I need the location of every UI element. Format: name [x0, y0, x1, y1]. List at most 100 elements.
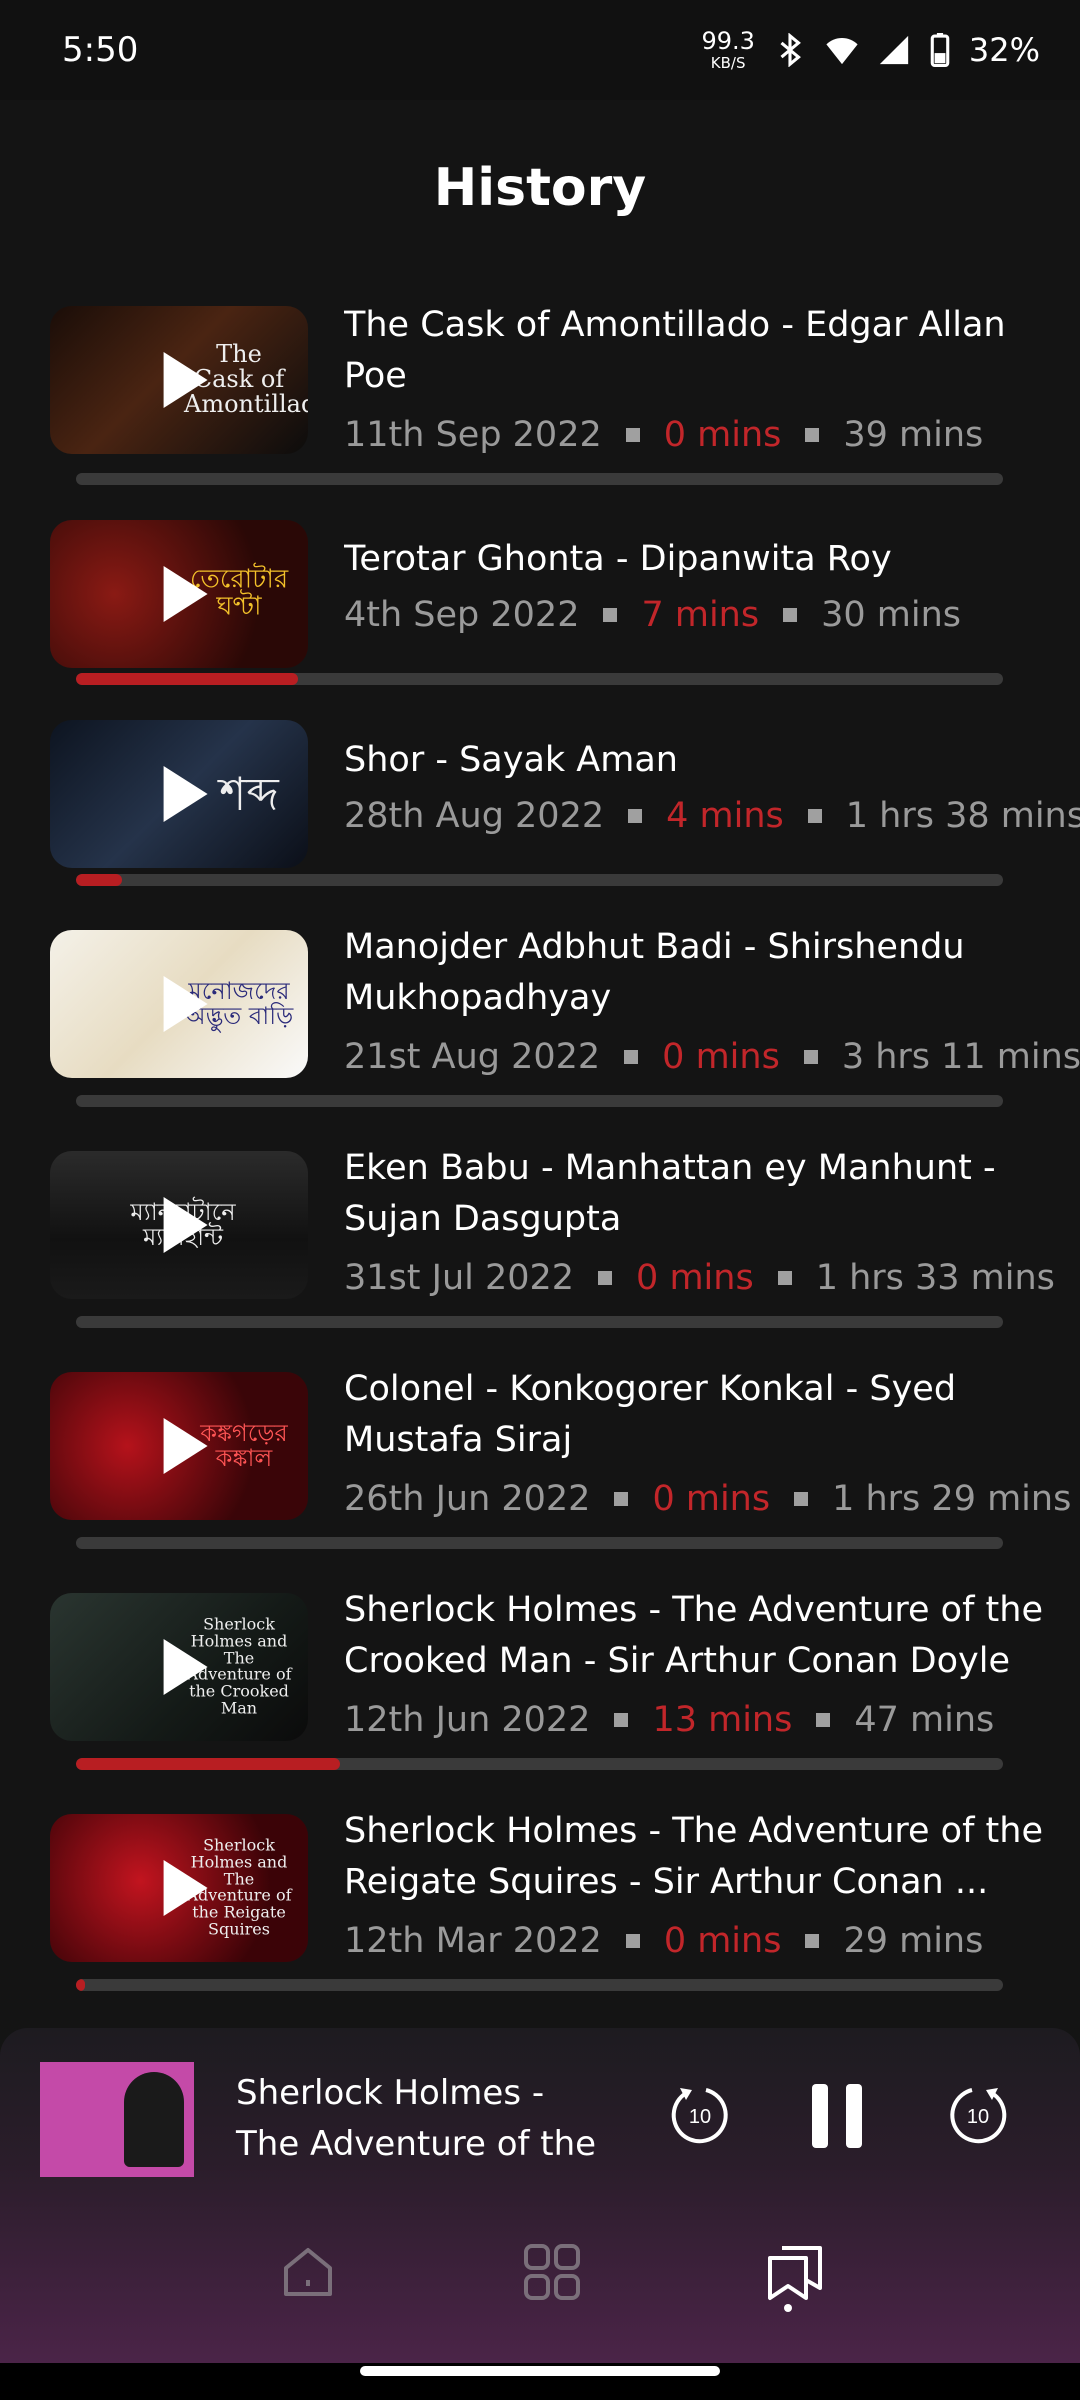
item-duration: 29 mins: [843, 1921, 984, 1961]
item-date: 31st Jul 2022: [344, 1258, 575, 1298]
separator-square: [628, 809, 643, 823]
network-speed: 99.3 KB/S: [701, 29, 754, 71]
item-meta: 26th Jun 2022 0 mins 1 hrs 29 mins: [344, 1479, 1071, 1519]
cover-thumbnail[interactable]: কঙ্কগড়ের কঙ্কাল: [50, 1372, 308, 1520]
forward-10-icon[interactable]: 10: [946, 2082, 1010, 2146]
progress-bar: [76, 473, 1003, 485]
item-meta: 4th Sep 2022 7 mins 30 mins: [344, 595, 961, 635]
item-title-line: Crooked Man - Sir Arthur Conan Doyle: [344, 1641, 1011, 1681]
item-duration: 1 hrs 33 mins: [815, 1258, 1055, 1298]
item-played: 13 mins: [652, 1700, 793, 1740]
item-title-line: Sherlock Holmes - The Adventure of the: [344, 1590, 1043, 1630]
rewind-10-icon[interactable]: 10: [668, 2082, 732, 2146]
item-date: 4th Sep 2022: [344, 595, 580, 635]
home-icon[interactable]: [278, 2242, 338, 2302]
play-icon[interactable]: [163, 976, 208, 1032]
page-title: History: [433, 158, 647, 218]
wifi-icon: [826, 37, 858, 65]
item-title-line: The Cask of Amontillado - Edgar Allan: [344, 305, 1006, 345]
home-indicator[interactable]: [360, 2366, 720, 2376]
battery-icon: [930, 33, 950, 67]
item-played: 0 mins: [636, 1258, 754, 1298]
item-title-line: Mustafa Siraj: [344, 1420, 573, 1460]
item-played: 0 mins: [663, 415, 782, 455]
item-title-line: Reigate Squires - Sir Arthur Conan ...: [344, 1862, 989, 1902]
cover-thumbnail[interactable]: ম্যানহাটানে ম্যানহান্ট: [50, 1151, 308, 1299]
item-duration: 30 mins: [821, 595, 962, 635]
separator-square: [624, 1050, 639, 1064]
cover-thumbnail[interactable]: তেরোটার ঘণ্টা: [50, 520, 308, 668]
item-duration: 39 mins: [843, 415, 984, 455]
status-time: 5:50: [62, 30, 139, 70]
item-duration: 1 hrs 29 mins: [832, 1479, 1072, 1519]
item-duration: 1 hrs 38 mins: [845, 796, 1080, 836]
progress-fill: [76, 1979, 86, 1991]
separator-square: [614, 1713, 629, 1727]
cellular-signal-icon: [879, 35, 909, 65]
play-icon[interactable]: [163, 1860, 208, 1916]
item-meta: 12th Mar 2022 0 mins 29 mins: [344, 1921, 983, 1961]
cover-thumbnail[interactable]: The Cask of Amontillado: [50, 306, 308, 454]
cover-art-text: শব্দ: [219, 766, 279, 821]
cover-thumbnail[interactable]: শব্দ: [50, 720, 308, 868]
pause-icon: [812, 2084, 828, 2148]
separator-square: [805, 428, 820, 442]
separator-square: [625, 428, 640, 442]
item-date: 12th Jun 2022: [344, 1700, 591, 1740]
item-title-line: Colonel - Konkogorer Konkal - Syed: [344, 1369, 957, 1409]
categories-grid-icon[interactable]: [522, 2242, 582, 2302]
bluetooth-icon: [780, 33, 801, 67]
history-bookmarks-icon[interactable]: [762, 2242, 828, 2312]
now-playing-cover[interactable]: [40, 2062, 194, 2177]
separator-square: [794, 1492, 809, 1506]
item-title-line: Manojder Adbhut Badi - Shirshendu: [344, 927, 965, 967]
item-duration: 3 hrs 11 mins: [841, 1037, 1080, 1077]
play-icon[interactable]: [163, 352, 208, 408]
item-played: 0 mins: [652, 1479, 771, 1519]
item-date: 11th Sep 2022: [344, 415, 602, 455]
separator-square: [783, 608, 798, 622]
play-icon[interactable]: [163, 1197, 208, 1253]
status-icons: 99.3 KB/S 32%: [701, 29, 1040, 71]
separator-square: [598, 1271, 613, 1285]
item-date: 21st Aug 2022: [344, 1037, 601, 1077]
forward-10-label: 10: [967, 2106, 989, 2128]
network-speed-unit: KB/S: [710, 54, 746, 72]
progress-bar: [76, 1095, 1003, 1107]
separator-square: [807, 809, 822, 823]
now-playing-title-line: The Adventure of the: [236, 2124, 597, 2164]
cover-art-text: কঙ্কগড়ের কঙ্কাল: [200, 1418, 288, 1472]
item-played: 7 mins: [641, 595, 760, 635]
item-meta: 28th Aug 2022 4 mins 1 hrs 38 mins: [344, 796, 1080, 836]
status-bar: 5:50 99.3 KB/S 32%: [0, 0, 1080, 100]
mini-player[interactable]: Sherlock Holmes - The Adventure of the 1…: [0, 2028, 1080, 2363]
now-playing-title-line: Sherlock Holmes -: [236, 2073, 545, 2113]
progress-bar: [76, 1979, 1003, 1991]
item-title-line: Sherlock Holmes - The Adventure of the: [344, 1811, 1043, 1851]
rewind-10-label: 10: [689, 2106, 711, 2128]
item-title-line: Poe: [344, 356, 407, 396]
cover-thumbnail[interactable]: Sherlock Holmes and The Adventure of the…: [50, 1814, 308, 1962]
play-icon[interactable]: [163, 566, 208, 622]
item-played: 4 mins: [666, 796, 784, 836]
play-icon[interactable]: [163, 1418, 208, 1474]
separator-square: [614, 1492, 629, 1506]
pause-button[interactable]: [806, 2084, 870, 2148]
item-meta: 11th Sep 2022 0 mins 39 mins: [344, 415, 983, 455]
progress-bar: [76, 1316, 1003, 1328]
play-icon[interactable]: [163, 1639, 208, 1695]
cover-thumbnail[interactable]: মনোজদের অদ্ভুত বাড়ি: [50, 930, 308, 1078]
item-meta: 12th Jun 2022 13 mins 47 mins: [344, 1700, 994, 1740]
item-title-line: Mukhopadhyay: [344, 978, 612, 1018]
item-title-line: Terotar Ghonta - Dipanwita Roy: [344, 539, 892, 579]
play-icon[interactable]: [163, 766, 208, 822]
separator-square: [816, 1713, 831, 1727]
separator-square: [803, 1050, 818, 1064]
separator-square: [603, 608, 618, 622]
now-playing-title[interactable]: Sherlock Holmes - The Adventure of the: [236, 2068, 616, 2170]
cover-thumbnail[interactable]: Sherlock Holmes and The Adventure of the…: [50, 1593, 308, 1741]
item-meta: 21st Aug 2022 0 mins 3 hrs 11 mins: [344, 1037, 1080, 1077]
item-played: 0 mins: [662, 1037, 780, 1077]
network-speed-value: 99.3: [701, 27, 755, 55]
progress-fill: [76, 874, 123, 886]
